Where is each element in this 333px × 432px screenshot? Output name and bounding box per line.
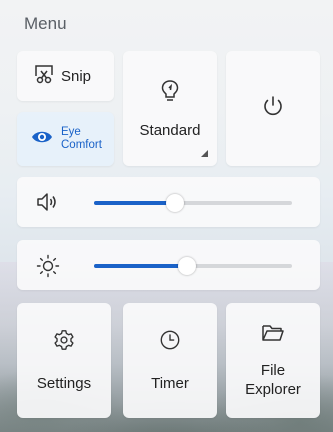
- menu-title: Menu: [24, 14, 67, 33]
- expand-corner-icon: [201, 150, 208, 157]
- volume-slider[interactable]: [94, 194, 292, 212]
- timer-button[interactable]: Timer: [123, 303, 217, 418]
- timer-label: Timer: [151, 374, 189, 392]
- volume-slider-fill: [94, 201, 176, 205]
- eye-comfort-label-line2: Comfort: [61, 139, 102, 151]
- settings-button[interactable]: Settings: [17, 303, 111, 418]
- volume-slider-tile: [17, 177, 320, 227]
- clock-icon: [159, 329, 181, 356]
- brightness-slider[interactable]: [94, 257, 292, 275]
- eye-comfort-toggle[interactable]: Eye Comfort: [17, 112, 114, 166]
- sun-icon: [36, 254, 60, 283]
- power-button[interactable]: [226, 51, 320, 166]
- eye-icon: [31, 129, 53, 150]
- speaker-icon[interactable]: [36, 191, 60, 218]
- brightness-slider-thumb[interactable]: [178, 257, 197, 275]
- file-explorer-button[interactable]: File Explorer: [226, 303, 320, 418]
- lightbulb-icon: [160, 79, 180, 108]
- volume-slider-thumb[interactable]: [166, 194, 185, 212]
- file-explorer-label-line2: Explorer: [245, 381, 301, 398]
- power-mode-label: Standard: [139, 121, 201, 139]
- power-icon: [261, 94, 285, 123]
- file-explorer-label: File Explorer: [245, 361, 301, 399]
- gear-icon: [53, 329, 75, 356]
- snip-label: Snip: [61, 67, 92, 85]
- power-mode-button[interactable]: Standard: [123, 51, 217, 166]
- eye-comfort-label: Eye Comfort: [61, 126, 102, 152]
- folder-icon: [261, 322, 285, 349]
- snip-button[interactable]: Snip: [17, 51, 114, 101]
- settings-label: Settings: [36, 374, 92, 392]
- brightness-slider-tile: [17, 240, 320, 290]
- snip-icon: [33, 63, 55, 90]
- file-explorer-label-line1: File: [260, 362, 286, 379]
- eye-comfort-label-line1: Eye: [61, 126, 81, 138]
- brightness-slider-fill: [94, 264, 188, 268]
